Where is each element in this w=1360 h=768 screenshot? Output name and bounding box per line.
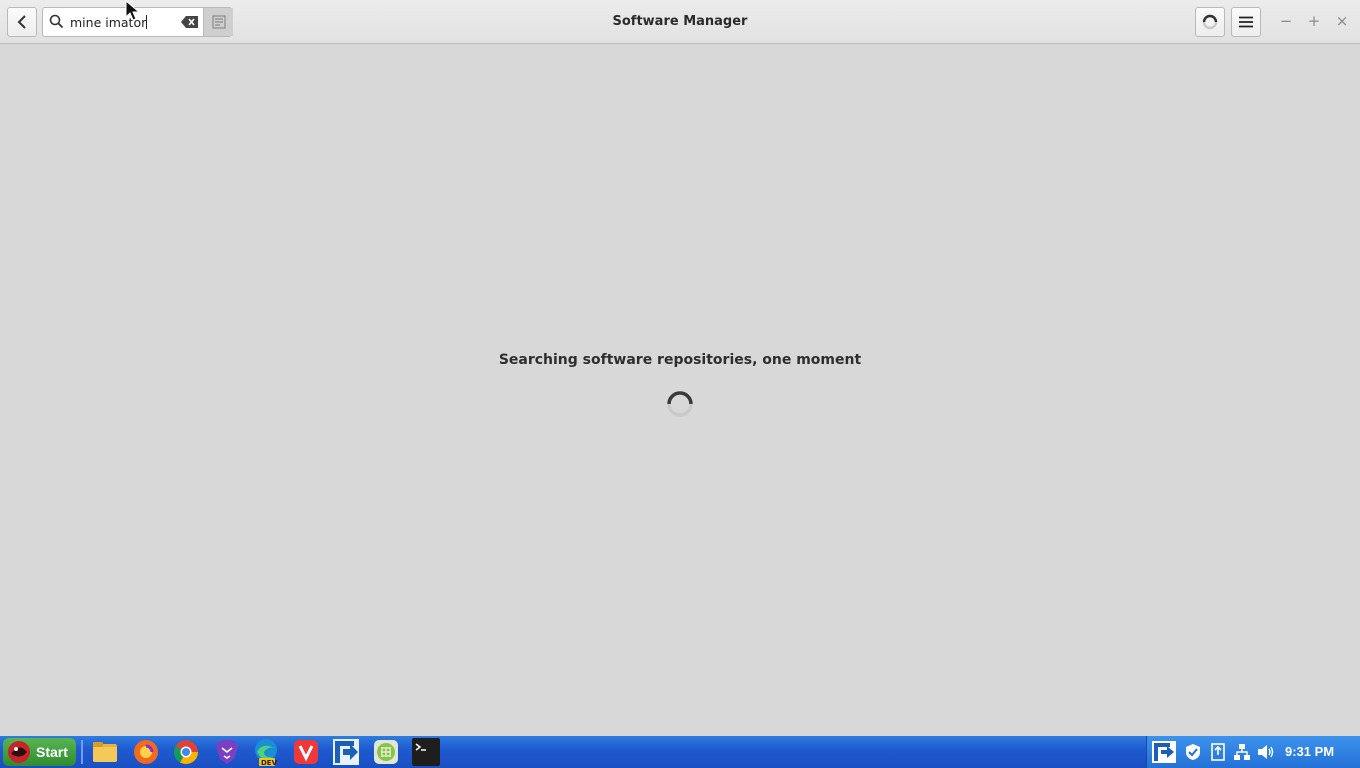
spinner-icon [1202,14,1218,30]
menu-button[interactable] [1231,7,1261,37]
search-options-button[interactable] [203,8,233,36]
app-grid-icon [374,740,398,764]
taskbar-freefilesync[interactable] [332,739,360,765]
status-message: Searching software repositories, one mom… [498,352,862,368]
taskbar-edge-dev[interactable]: DEV [252,739,280,767]
update-manager-icon [1211,743,1225,761]
taskbar-terminal[interactable] [412,738,440,766]
taskbar-brave[interactable] [213,739,241,765]
header-bar: mine imator Software Manager − + × [0,0,1360,44]
chevron-left-icon [17,15,26,29]
terminal-icon [412,738,440,766]
start-button[interactable]: Start [3,738,76,766]
taskbar-files[interactable] [91,739,119,765]
chrome-icon [173,740,198,765]
taskbar-chrome[interactable] [172,739,200,765]
edge-dev-badge: DEV [261,759,278,767]
files-icon [93,742,117,762]
taskbar: Start DEV 9:31 PM [0,736,1360,768]
window-title: Software Manager [612,14,748,29]
taskbar-separator [81,740,83,764]
firefox-icon [134,740,158,764]
search-icon [49,14,64,29]
loading-spinner-icon [667,391,693,417]
maximize-button[interactable]: + [1305,12,1323,30]
tray-network[interactable] [1233,743,1251,761]
minimize-button[interactable]: − [1277,12,1295,30]
shield-icon [1186,744,1200,760]
hamburger-menu-icon [1239,16,1253,28]
close-button[interactable]: × [1333,12,1351,30]
search-in-descriptions-icon [211,15,226,29]
clock[interactable]: 9:31 PM [1285,744,1334,759]
busy-button[interactable] [1195,7,1225,37]
volume-icon [1258,745,1274,759]
tray-updates[interactable] [1209,743,1227,761]
vivaldi-icon [294,740,318,764]
clear-search-icon[interactable] [181,15,199,29]
taskbar-app-grid[interactable] [372,739,400,765]
tray-shield[interactable] [1184,743,1202,761]
tray-volume[interactable] [1257,743,1275,761]
freefilesync-icon [333,739,359,765]
tray-freefilesync[interactable] [1152,741,1176,763]
show-desktop-button[interactable] [1353,743,1359,761]
network-icon [1234,744,1250,760]
taskbar-firefox[interactable] [132,739,160,765]
freefilesync-tray-icon [1152,741,1176,763]
start-logo-icon [8,741,30,763]
taskbar-vivaldi[interactable] [292,739,320,765]
brave-icon [216,740,238,764]
back-button[interactable] [7,7,37,37]
mouse-cursor-icon [125,0,141,21]
